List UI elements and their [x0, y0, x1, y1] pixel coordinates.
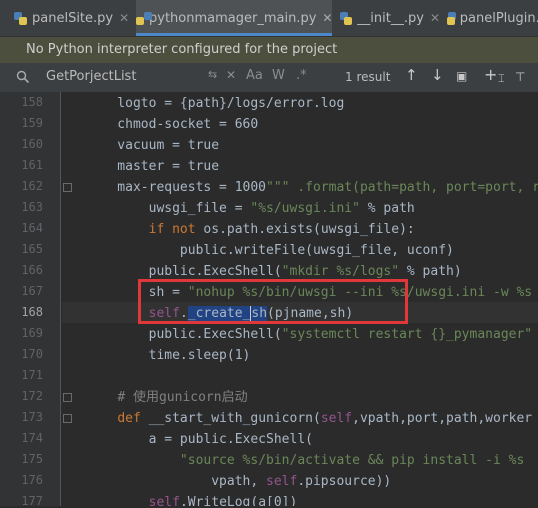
tab-init[interactable]: __init__.py ✕	[340, 0, 440, 36]
line-number: 167	[21, 284, 43, 298]
select-all-occurrences-icon[interactable]: ▣	[456, 69, 467, 83]
code-line[interactable]: logto = {path}/logs/error.log	[86, 93, 538, 114]
regex-toggle[interactable]: .*	[296, 68, 307, 83]
fold-marker-icon[interactable]	[63, 393, 72, 402]
code-line[interactable]: public.writeFile(uwsgi_file, uconf)	[86, 240, 538, 261]
search-result-count: 1 result	[345, 70, 391, 84]
close-icon[interactable]: ✕	[119, 11, 129, 25]
clear-search-icon[interactable]: ✕	[226, 68, 236, 82]
code-line[interactable]	[86, 366, 538, 387]
code-line[interactable]: public.ExecShell("systemctl restart {}_p…	[86, 324, 538, 345]
line-number: 164	[21, 221, 43, 235]
search-icon[interactable]	[16, 70, 30, 84]
line-number: 162	[21, 179, 43, 193]
code-line[interactable]: master = true	[86, 156, 538, 177]
python-file-icon	[340, 11, 353, 25]
search-input[interactable]: GetPorjectList	[46, 69, 136, 84]
python-file-icon	[14, 11, 27, 25]
line-number: 169	[21, 326, 43, 340]
code-line[interactable]: "source %s/bin/activate && pip install -…	[86, 450, 538, 471]
code-line[interactable]: max-requests = 1000""" .format(path=path…	[86, 177, 538, 198]
whole-words-toggle[interactable]: W	[272, 68, 285, 83]
tab-label: __init__.py	[357, 10, 424, 26]
code-line[interactable]: a = public.ExecShell(	[86, 429, 538, 450]
tab-label: panelSite.py	[32, 10, 114, 26]
code-line[interactable]: chmod-socket = 660	[86, 114, 538, 135]
line-number: 170	[21, 347, 43, 361]
banner-text: No Python interpreter configured for the…	[26, 42, 338, 57]
code-line[interactable]: if not os.path.exists(uwsgi_file):	[86, 219, 538, 240]
code-line[interactable]: vpath, self.pipsource))	[86, 471, 538, 492]
tab-pythonmamager-main[interactable]: pythonmamager_main.py ✕	[136, 0, 332, 36]
match-case-toggle[interactable]: Aa	[246, 68, 263, 83]
line-number: 175	[21, 452, 43, 466]
tab-panelplugin[interactable]: panelPlugin.p	[446, 0, 538, 36]
code-line[interactable]: vacuum = true	[86, 135, 538, 156]
line-number: 165	[21, 242, 43, 256]
line-number: 173	[21, 410, 43, 424]
line-number: 158	[21, 95, 43, 109]
code-line[interactable]: uwsgi_file = "%s/uwsgi.ini" % path	[86, 198, 538, 219]
line-number: 176	[21, 473, 43, 487]
find-bar: GetPorjectList ⇆ ✕ Aa W .* 1 result ↑ ↓ …	[0, 63, 538, 93]
fold-marker-icon[interactable]	[63, 183, 72, 192]
code-line[interactable]: self.WriteLog(a[0])	[86, 492, 538, 506]
previous-occurrence-icon[interactable]: ↑	[405, 66, 418, 84]
exclude-icon[interactable]: ⊤	[515, 70, 525, 84]
tab-panelsite[interactable]: panelSite.py ✕	[14, 0, 132, 36]
annotation-highlight-box	[138, 279, 408, 324]
python-file-icon	[446, 11, 456, 25]
line-number: 171	[21, 368, 43, 382]
tab-label: panelPlugin.p	[459, 10, 538, 26]
line-number: 166	[21, 263, 43, 277]
line-number: 172	[21, 389, 43, 403]
next-occurrence-icon[interactable]: ↓	[431, 66, 444, 84]
line-number: 163	[21, 200, 43, 214]
add-selection-icon[interactable]: +	[484, 65, 497, 84]
close-icon[interactable]: ✕	[322, 11, 332, 25]
line-number: 168	[21, 305, 43, 319]
line-number: 174	[21, 431, 43, 445]
newline-icon[interactable]: ⇆	[208, 68, 217, 81]
close-icon[interactable]: ✕	[430, 11, 440, 25]
editor-tab-bar: panelSite.py ✕ pythonmamager_main.py ✕ _…	[0, 0, 538, 37]
code-line[interactable]: # 使用gunicorn启动	[86, 387, 538, 408]
fold-marker-icon[interactable]	[63, 414, 72, 423]
line-number: 159	[21, 116, 43, 130]
line-number-gutter: 158 159 160 161 162 163 164 165 166 167 168 169 170 1…	[0, 92, 61, 508]
code-line[interactable]: def __start_with_gunicorn(self,vpath,por…	[86, 408, 538, 429]
interpreter-warning-banner: No Python interpreter configured for the…	[0, 37, 538, 63]
tab-label: pythonmamager_main.py	[149, 10, 317, 26]
filter-icon[interactable]: ⌶	[498, 72, 505, 86]
line-number: 160	[21, 137, 43, 151]
line-number: 161	[21, 158, 43, 172]
code-line[interactable]: time.sleep(1)	[86, 345, 538, 366]
